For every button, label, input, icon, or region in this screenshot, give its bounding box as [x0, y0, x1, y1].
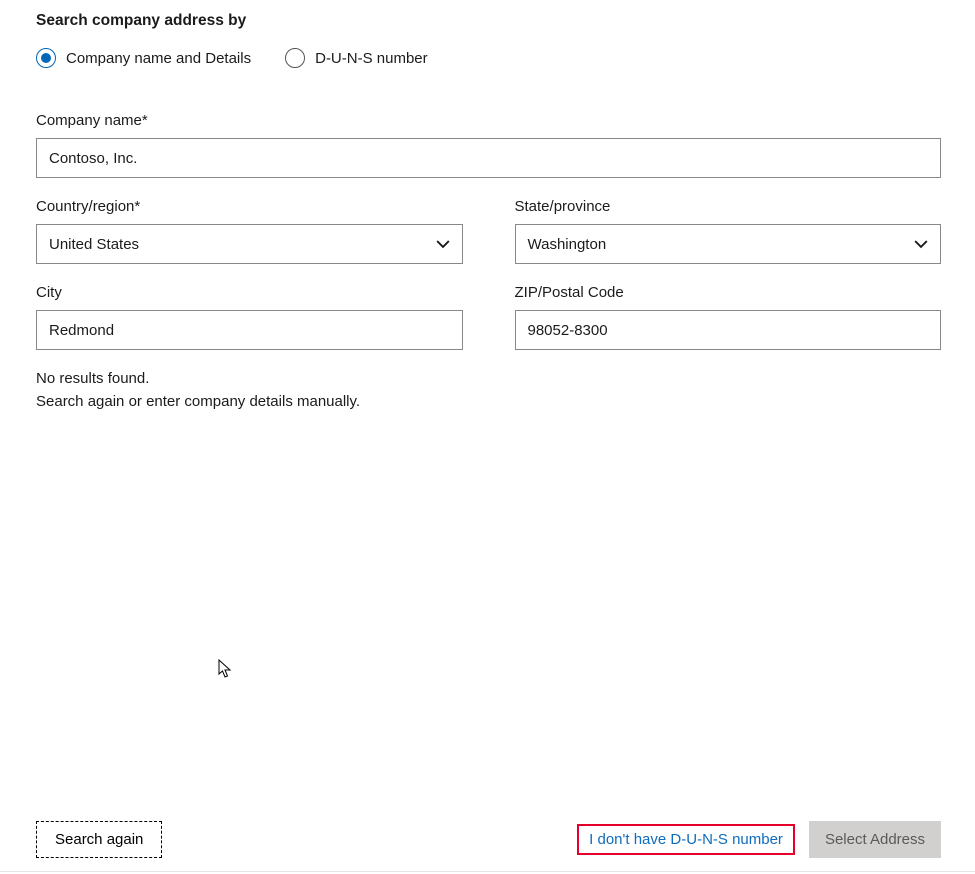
city-input[interactable]: [36, 310, 463, 350]
country-label: Country/region*: [36, 198, 463, 215]
country-select[interactable]: United States: [36, 224, 463, 264]
no-results-message: No results found. Search again or enter …: [36, 368, 941, 413]
radio-label: Company name and Details: [66, 50, 251, 67]
zip-label: ZIP/Postal Code: [515, 284, 942, 301]
company-name-label: Company name*: [36, 112, 941, 129]
radio-icon: [285, 48, 305, 68]
city-label: City: [36, 284, 463, 301]
mouse-cursor-icon: [218, 659, 234, 683]
search-by-radio-group: Company name and Details D-U-N-S number: [36, 48, 941, 68]
select-address-button[interactable]: Select Address: [809, 821, 941, 858]
radio-company-name-details[interactable]: Company name and Details: [36, 48, 251, 68]
zip-input[interactable]: [515, 310, 942, 350]
radio-label: D-U-N-S number: [315, 50, 428, 67]
company-name-input[interactable]: [36, 138, 941, 178]
message-line-2: Search again or enter company details ma…: [36, 391, 941, 414]
no-duns-link[interactable]: I don't have D-U-N-S number: [577, 824, 795, 855]
footer-divider: [0, 871, 975, 872]
radio-duns-number[interactable]: D-U-N-S number: [285, 48, 428, 68]
state-label: State/province: [515, 198, 942, 215]
search-again-button[interactable]: Search again: [36, 821, 162, 858]
country-value: United States: [49, 236, 139, 253]
chevron-down-icon: [914, 237, 928, 251]
message-line-1: No results found.: [36, 368, 941, 391]
state-value: Washington: [528, 236, 607, 253]
section-heading: Search company address by: [36, 12, 941, 30]
state-select[interactable]: Washington: [515, 224, 942, 264]
chevron-down-icon: [436, 237, 450, 251]
radio-icon: [36, 48, 56, 68]
